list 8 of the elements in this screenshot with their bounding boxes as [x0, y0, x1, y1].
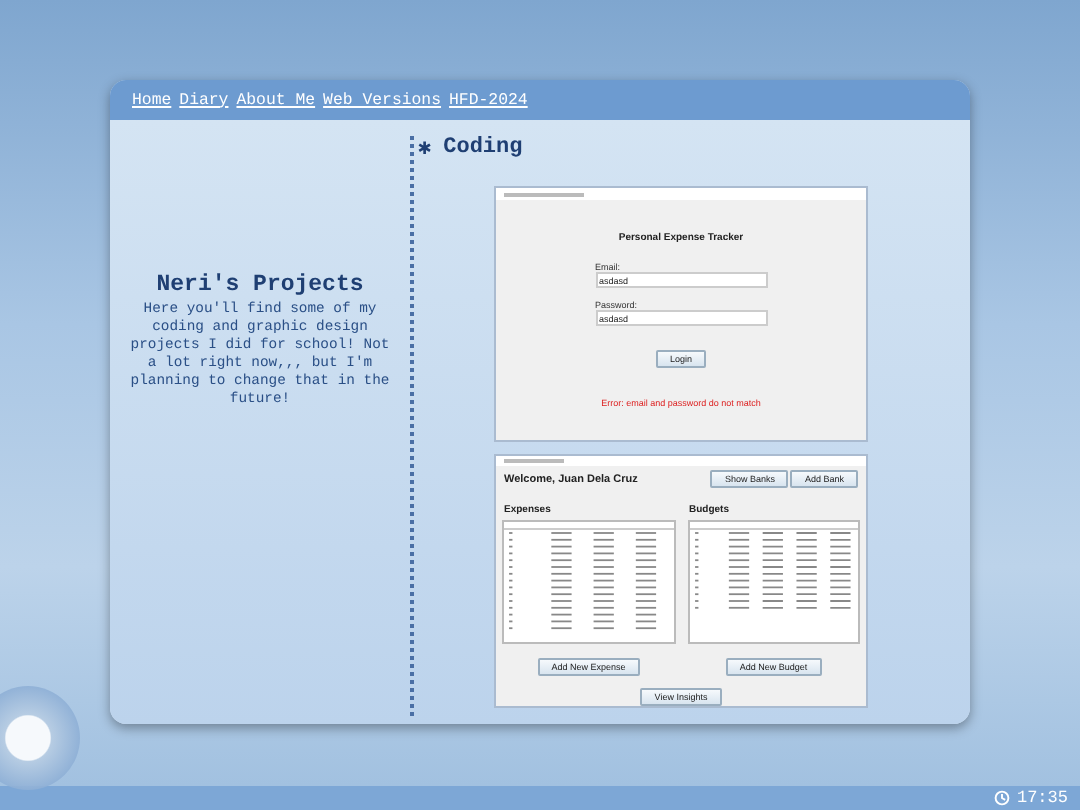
title-bar-drawing: [504, 191, 584, 197]
clock-time: 17:35: [1016, 788, 1068, 808]
asterisk-marker: ✱: [418, 136, 432, 162]
section-title: Coding: [443, 136, 523, 160]
intro-title: Neri's Projects: [156, 272, 364, 298]
orb-decoration: [0, 686, 80, 790]
title-bar-drawing: [504, 458, 564, 464]
clock-icon: [994, 790, 1011, 806]
